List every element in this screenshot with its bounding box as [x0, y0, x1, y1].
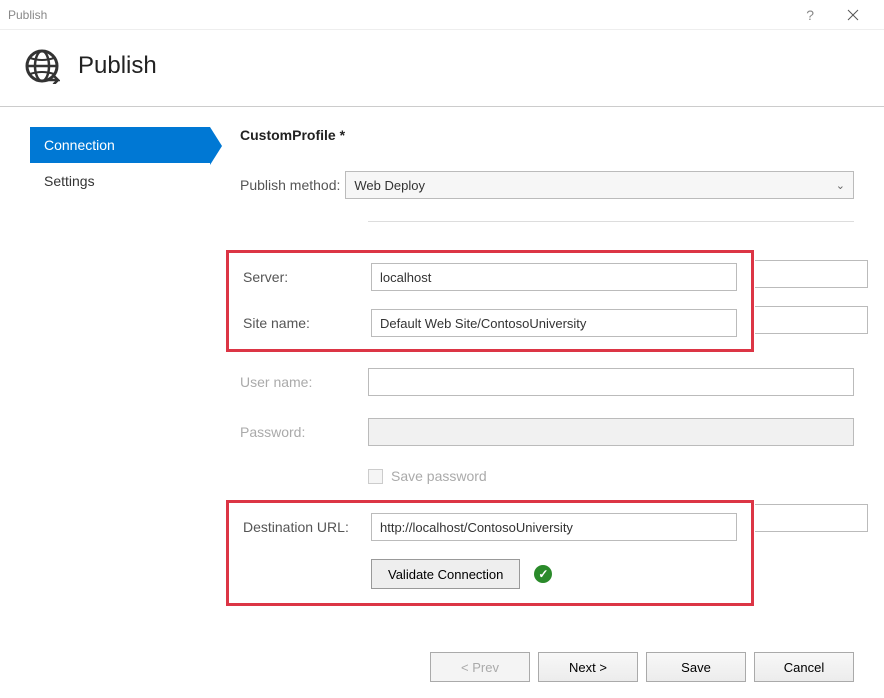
username-label: User name:: [240, 374, 368, 390]
window-title: Publish: [8, 8, 790, 22]
success-checkmark-icon: ✓: [534, 565, 552, 583]
tab-settings[interactable]: Settings: [30, 163, 210, 199]
header: Publish: [0, 30, 884, 107]
server-label: Server:: [243, 269, 371, 285]
publish-method-value: Web Deploy: [354, 178, 425, 193]
save-password-label: Save password: [391, 468, 487, 484]
close-icon: [847, 9, 859, 21]
validate-row: Validate Connection ✓: [371, 559, 737, 589]
next-button[interactable]: Next >: [538, 652, 638, 682]
save-password-checkbox[interactable]: [368, 469, 383, 484]
separator: [368, 221, 854, 222]
site-row: Site name:: [243, 309, 737, 337]
password-label: Password:: [240, 424, 368, 440]
prev-button: < Prev: [430, 652, 530, 682]
page-title: Publish: [78, 52, 157, 80]
titlebar: Publish ?: [0, 0, 884, 30]
sidebar: Connection Settings: [0, 127, 210, 606]
site-input[interactable]: [371, 309, 737, 337]
content: Connection Settings CustomProfile * Publ…: [0, 107, 884, 606]
globe-icon: [24, 48, 60, 84]
main-panel: CustomProfile * Publish method: Web Depl…: [210, 127, 884, 606]
validate-connection-button[interactable]: Validate Connection: [371, 559, 520, 589]
highlight-box-2: Destination URL: Validate Connection ✓: [226, 500, 754, 606]
profile-title: CustomProfile *: [240, 127, 854, 143]
site-label: Site name:: [243, 315, 371, 331]
help-button[interactable]: ?: [790, 7, 830, 23]
username-input[interactable]: [368, 368, 854, 396]
chevron-down-icon: ⌄: [836, 179, 845, 192]
password-input[interactable]: [368, 418, 854, 446]
password-row: Password:: [240, 418, 854, 446]
destination-input[interactable]: [371, 513, 737, 541]
server-input[interactable]: [371, 263, 737, 291]
destination-label: Destination URL:: [243, 519, 371, 535]
save-password-row: Save password: [368, 468, 854, 484]
footer: < Prev Next > Save Cancel: [430, 652, 854, 682]
save-button[interactable]: Save: [646, 652, 746, 682]
publish-method-row: Publish method: Web Deploy ⌄: [240, 171, 854, 199]
cancel-button[interactable]: Cancel: [754, 652, 854, 682]
destination-row: Destination URL:: [243, 513, 737, 541]
publish-method-select[interactable]: Web Deploy ⌄: [345, 171, 854, 199]
username-row: User name:: [240, 368, 854, 396]
server-input-ext: [755, 260, 868, 288]
tab-connection[interactable]: Connection: [30, 127, 210, 163]
highlight-box-1: Server: Site name:: [226, 250, 754, 352]
site-input-ext: [755, 306, 868, 334]
destination-input-ext: [755, 504, 868, 532]
server-row: Server:: [243, 263, 737, 291]
close-button[interactable]: [830, 0, 876, 30]
publish-method-label: Publish method:: [240, 177, 345, 193]
